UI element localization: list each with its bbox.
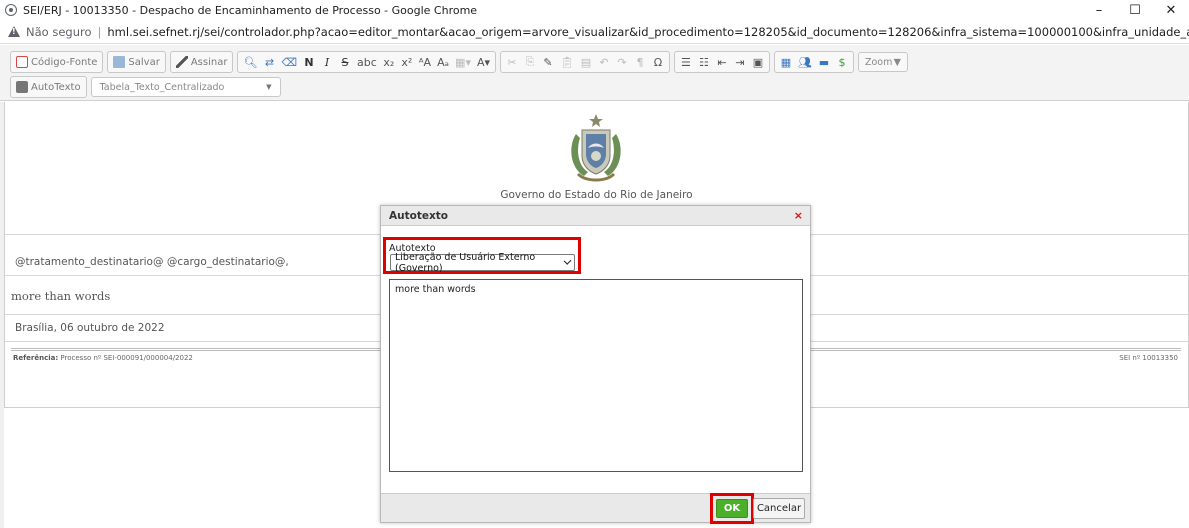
pen-icon	[175, 56, 188, 68]
paragraph-icon[interactable]: ¶	[631, 53, 649, 71]
numbered-list-icon[interactable]: ☰	[677, 53, 695, 71]
money-icon[interactable]: $	[833, 53, 851, 71]
subscript-icon[interactable]: x₂	[380, 53, 398, 71]
copy-icon[interactable]: ⎘	[521, 53, 539, 71]
zoom-select[interactable]: Zoom ▼	[857, 52, 908, 72]
sign-button[interactable]: Assinar	[173, 53, 231, 71]
style-select[interactable]: Tabela_Texto_Centralizado ▼	[90, 77, 281, 97]
autotext-button[interactable]: AutoTexto	[13, 78, 84, 96]
toolbar-group-source: Código-Fonte	[10, 51, 104, 73]
cancel-button[interactable]: Cancelar	[753, 498, 805, 519]
text-color-icon[interactable]: A▾	[474, 53, 493, 71]
url-text[interactable]: hml.sei.sefnet.rj/sei/controlador.php?ac…	[107, 25, 1189, 39]
autotext-select-value: Liberação de Usuário Externo (Governo)	[395, 251, 536, 274]
window-title: SEI/ERJ - 10013350 - Despacho de Encamin…	[23, 3, 478, 17]
italic-icon[interactable]: I	[318, 53, 336, 71]
style-select-value: Tabela_Texto_Centralizado	[99, 81, 225, 93]
strikethrough-icon[interactable]: S	[336, 53, 354, 71]
users-icon[interactable]: 👥︎	[795, 53, 815, 71]
sei-number: SEI nº 10013350	[1119, 354, 1178, 362]
reference-label: Referência:	[13, 354, 59, 362]
table-style-icon[interactable]: ▦▾	[452, 53, 474, 71]
toolbar-group-lists: ☰ ☷ ⇤ ⇥ ▣	[673, 51, 770, 73]
minimize-button[interactable]: –	[1081, 3, 1117, 18]
outdent-icon[interactable]: ⇤	[713, 53, 731, 71]
indent-icon[interactable]: ⇥	[731, 53, 749, 71]
toolbar-row-1: Código-Fonte Salvar Assinar 🔍︎ ⇄ ⌫ N I S…	[10, 51, 908, 73]
eraser-icon[interactable]: ⌫	[278, 53, 300, 71]
autotext-select[interactable]: Liberação de Usuário Externo (Governo)	[390, 251, 575, 274]
address-separator: |	[97, 24, 102, 39]
sign-label: Assinar	[190, 56, 228, 68]
autotext-textarea[interactable]: more than words	[389, 279, 803, 472]
dialog-header[interactable]: Autotexto ×	[381, 206, 810, 226]
source-code-button[interactable]: Código-Fonte	[13, 53, 100, 71]
toolbar-group-format: 🔍︎ ⇄ ⌫ N I S abc x₂ x² ᴬA Aₐ ▦▾ A▾	[237, 51, 497, 73]
find-icon[interactable]: 🔍︎	[240, 53, 260, 71]
lowercase-icon[interactable]: Aₐ	[434, 53, 452, 71]
editor-toolbar: Código-Fonte Salvar Assinar 🔍︎ ⇄ ⌫ N I S…	[0, 45, 1189, 101]
government-name: Governo do Estado do Rio de Janeiro	[500, 189, 693, 201]
replace-icon[interactable]: ⇄	[260, 53, 278, 71]
style-caret-icon: ▼	[266, 83, 272, 91]
reference-line: Referência: Processo nº SEI-000091/00000…	[13, 354, 193, 362]
format-painter-icon[interactable]: ✎	[539, 53, 557, 71]
omega-icon[interactable]: Ω	[649, 53, 667, 71]
zoom-caret-icon: ▼	[893, 56, 901, 68]
security-status[interactable]: Não seguro	[26, 25, 92, 39]
close-icon[interactable]: ×	[794, 209, 803, 222]
toolbar-group-clipboard: ✂ ⎘ ✎ 📋︎ ▤ ↶ ↷ ¶ Ω	[500, 51, 670, 73]
save-icon	[113, 56, 126, 68]
save-label: Salvar	[128, 56, 160, 68]
paste-icon[interactable]: 📋︎	[557, 53, 577, 71]
superscript-icon[interactable]: x²	[398, 53, 416, 71]
recipient-line: @tratamento_destinatario@ @cargo_destina…	[15, 256, 289, 268]
redo-icon[interactable]: ↷	[613, 53, 631, 71]
autotext-dialog: Autotexto × Autotexto Liberação de Usuár…	[380, 205, 811, 524]
zoom-label: Zoom	[864, 56, 893, 68]
bulleted-list-icon[interactable]: ☷	[695, 53, 713, 71]
abc-strike-icon[interactable]: abc	[354, 53, 380, 71]
maximize-button[interactable]: ☐	[1117, 3, 1153, 18]
address-bar[interactable]: Não seguro | hml.sei.sefnet.rj/sei/contr…	[0, 20, 1189, 44]
uppercase-icon[interactable]: ᴬA	[416, 53, 434, 71]
toolbar-group-autotext: AutoTexto	[10, 76, 87, 98]
undo-icon[interactable]: ↶	[595, 53, 613, 71]
link-sei-icon[interactable]: ▬	[815, 53, 833, 71]
source-code-label: Código-Fonte	[31, 56, 98, 68]
coat-of-arms-icon	[571, 114, 621, 182]
autotext-icon	[16, 81, 28, 93]
bold-icon[interactable]: N	[300, 53, 318, 71]
close-window-button[interactable]: ✕	[1153, 3, 1189, 18]
body-text: more than words	[11, 289, 111, 303]
dialog-title: Autotexto	[389, 210, 448, 222]
image-icon[interactable]: ▣	[749, 53, 767, 71]
toolbar-group-save: Salvar	[107, 51, 166, 73]
sei-favicon-icon	[5, 4, 17, 16]
reference-value: Processo nº SEI-000091/000004/2022	[60, 354, 193, 362]
save-button[interactable]: Salvar	[110, 53, 162, 71]
ok-button[interactable]: OK	[716, 499, 748, 518]
toolbar-group-sign: Assinar	[169, 51, 234, 73]
date-line: Brasília, 06 outubro de 2022	[15, 322, 165, 334]
source-code-icon	[16, 56, 28, 68]
warning-icon[interactable]	[8, 26, 20, 37]
toolbar-row-2: AutoTexto Tabela_Texto_Centralizado ▼	[10, 76, 281, 98]
toolbar-group-insert: ▦ 👥︎ ▬ $	[773, 51, 854, 73]
table-icon[interactable]: ▦	[777, 53, 795, 71]
window-titlebar: SEI/ERJ - 10013350 - Despacho de Encamin…	[0, 0, 1189, 20]
cut-icon[interactable]: ✂	[503, 53, 521, 71]
autotext-label: AutoTexto	[31, 81, 81, 93]
paste-text-icon[interactable]: ▤	[577, 53, 595, 71]
